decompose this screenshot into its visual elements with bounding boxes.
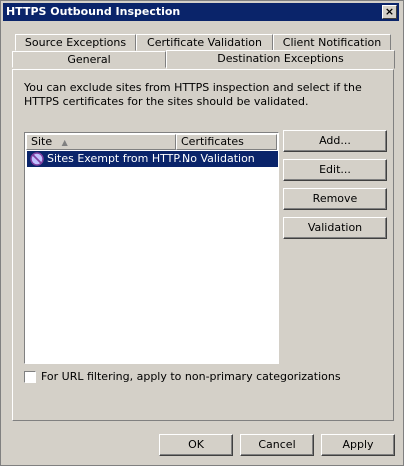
column-header-certificates[interactable]: Certificates <box>176 134 277 150</box>
tab-label: General <box>67 53 111 66</box>
tab-source-exceptions[interactable]: Source Exceptions <box>15 34 136 51</box>
tab-label: Client Notification <box>282 36 382 49</box>
cancel-button[interactable]: Cancel <box>240 434 314 456</box>
close-button[interactable]: × <box>382 5 397 19</box>
dialog-window: HTTPS Outbound Inspection × Source Excep… <box>0 0 404 466</box>
tab-label: Destination Exceptions <box>217 52 344 65</box>
row-certificates: No Validation <box>182 152 255 165</box>
checkbox-label: For URL filtering, apply to non-primary … <box>41 370 341 383</box>
button-label: Validation <box>307 221 363 234</box>
column-header-site[interactable]: Site ▲ <box>26 134 176 150</box>
ok-button[interactable]: OK <box>159 434 233 456</box>
tab-certificate-validation[interactable]: Certificate Validation <box>136 34 273 51</box>
description-text: You can exclude sites from HTTPS inspect… <box>24 81 362 108</box>
column-label: Site <box>31 135 53 148</box>
button-label: Cancel <box>258 438 296 451</box>
button-label: OK <box>188 438 204 451</box>
apply-button[interactable]: Apply <box>321 434 395 456</box>
window-title: HTTPS Outbound Inspection <box>6 5 181 18</box>
tab-label: Certificate Validation <box>147 36 262 49</box>
edit-button[interactable]: Edit... <box>283 159 387 181</box>
exceptions-list[interactable]: Site ▲ Certificates Sites Exempt from HT… <box>24 132 279 364</box>
tab-client-notification[interactable]: Client Notification <box>273 34 391 51</box>
list-item[interactable]: Sites Exempt from HTTP... No Validation <box>27 151 278 167</box>
add-button[interactable]: Add... <box>283 130 387 152</box>
tab-general[interactable]: General <box>12 51 166 68</box>
button-label: Remove <box>312 192 358 205</box>
remove-button[interactable]: Remove <box>283 188 387 210</box>
tab-label: Source Exceptions <box>24 36 127 49</box>
button-label: Add... <box>319 134 351 147</box>
blocked-circle-icon <box>30 152 44 166</box>
column-label: Certificates <box>181 135 244 148</box>
sort-ascending-icon: ▲ <box>61 138 68 147</box>
non-primary-categorization-checkbox[interactable] <box>24 371 36 383</box>
button-label: Edit... <box>319 163 351 176</box>
validation-button[interactable]: Validation <box>283 217 387 239</box>
button-label: Apply <box>342 438 374 451</box>
row-site: Sites Exempt from HTTP... <box>47 152 189 165</box>
tab-destination-exceptions[interactable]: Destination Exceptions <box>166 50 395 69</box>
close-icon: × <box>384 5 395 18</box>
title-bar: HTTPS Outbound Inspection × <box>3 3 399 21</box>
